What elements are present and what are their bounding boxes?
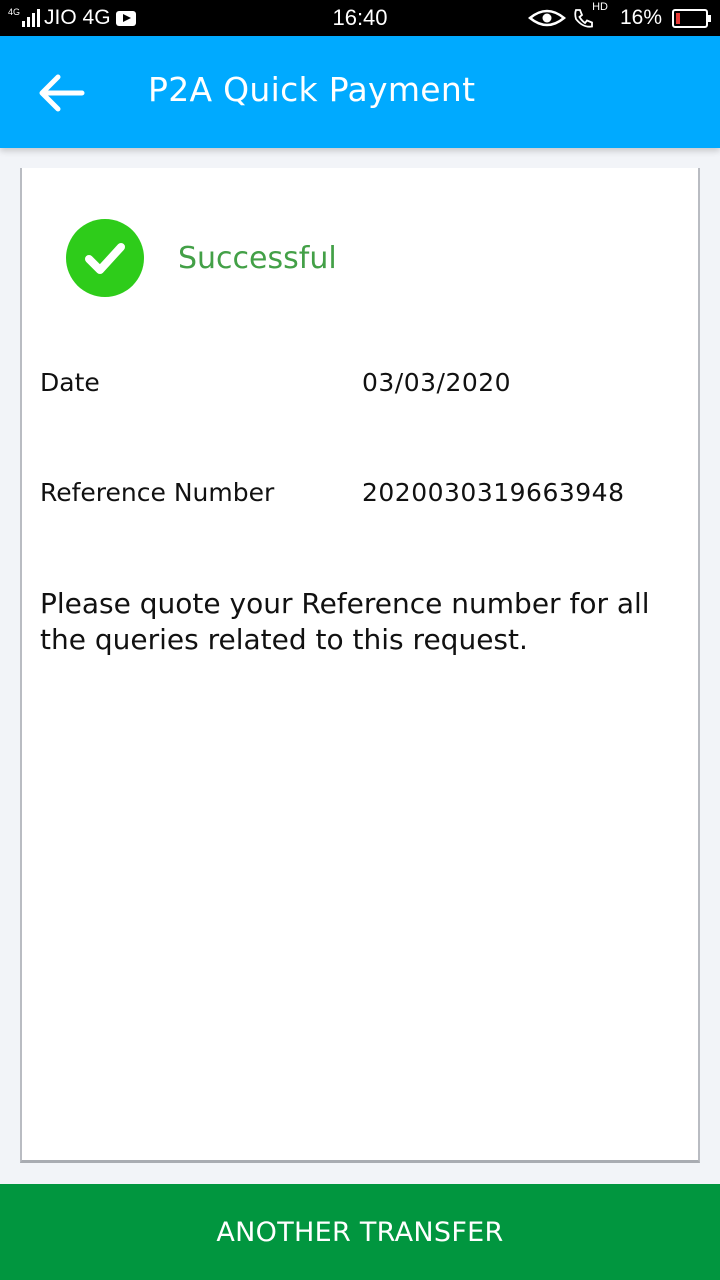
eye-comfort-icon [528,9,567,27]
back-button[interactable] [30,66,92,120]
checkmark-icon [85,243,125,274]
battery-icon [672,8,711,28]
reference-number-label: Reference Number [40,478,275,507]
status-label: Successful [178,240,337,276]
hd-label: HD [592,1,608,13]
reference-number-value: 2020030319663948 [362,478,625,507]
status-bar: 4G JIO 4G 16:40 HD 16% [0,0,720,36]
battery-percent: 16% [619,6,662,29]
date-value: 03/03/2020 [362,368,512,397]
phone-icon [574,9,593,28]
volte-call-indicator: HD [572,1,608,29]
check-circle-icon [66,219,144,297]
status-row: Successful [66,218,337,298]
status-bar-right: HD 16% [528,1,711,31]
another-transfer-button[interactable]: ANOTHER TRANSFER [0,1184,720,1280]
app-bar: P2A Quick Payment [0,36,720,148]
result-card: Successful Date 03/03/2020 Reference Num… [20,168,700,1163]
reference-note: Please quote your Reference number for a… [40,587,650,656]
back-arrow-icon [39,74,85,112]
date-label: Date [40,368,100,397]
battery-level-fill [676,12,680,24]
page-title: P2A Quick Payment [148,70,476,109]
